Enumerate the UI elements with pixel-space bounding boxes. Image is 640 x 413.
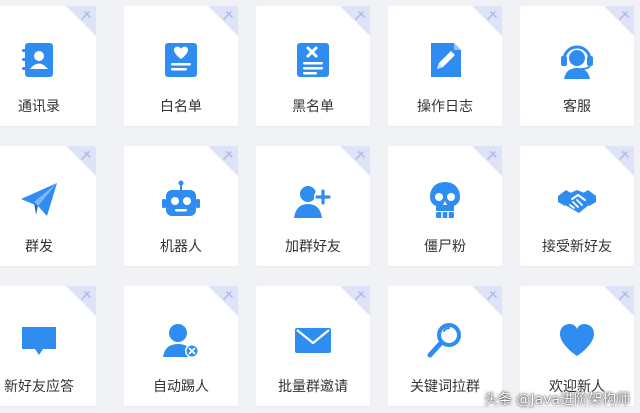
feature-tile-label: 黑名单 [292,99,334,115]
chat-bubble-icon [17,318,61,362]
feature-tile-label: 客服 [563,99,591,115]
feature-tile-label: 通讯录 [18,99,60,115]
pin-corner-icon[interactable] [340,146,370,176]
feature-tile-label: 操作日志 [417,99,473,115]
pin-corner-icon[interactable] [208,286,238,316]
feature-tile[interactable]: 新好友应答 [0,286,96,406]
pin-corner-icon[interactable] [208,6,238,36]
feature-tile-label: 僵尸粉 [424,239,466,255]
pin-corner-icon[interactable] [472,6,502,36]
whitelist-heart-icon [159,38,203,82]
paper-plane-icon [17,178,61,222]
heart-icon [555,318,599,362]
feature-tile-label: 加群好友 [285,239,341,255]
feature-tile[interactable]: 僵尸粉 [388,146,502,266]
pin-corner-icon[interactable] [208,146,238,176]
pin-corner-icon[interactable] [472,146,502,176]
feature-tile-label: 接受新好友 [542,239,612,255]
feature-tile[interactable]: 黑名单 [256,6,370,126]
feature-tile[interactable]: 群发 [0,146,96,266]
feature-tile[interactable]: 通讯录 [0,6,96,126]
feature-tile[interactable]: 欢迎新人 [520,286,634,406]
pin-corner-icon[interactable] [66,6,96,36]
feature-tile[interactable]: 接受新好友 [520,146,634,266]
contacts-book-icon [17,38,61,82]
feature-tile[interactable]: 批量群邀请 [256,286,370,406]
operation-log-pencil-icon [423,38,467,82]
user-remove-icon [159,318,203,362]
add-friend-user-plus-icon [291,178,335,222]
feature-tile-label: 白名单 [160,99,202,115]
feature-tile[interactable]: 白名单 [124,6,238,126]
pin-corner-icon[interactable] [66,286,96,316]
pin-corner-icon[interactable] [66,146,96,176]
feature-tile-label: 自动踢人 [153,379,209,395]
feature-tile[interactable]: 客服 [520,6,634,126]
feature-tile[interactable]: 自动踢人 [124,286,238,406]
pin-corner-icon[interactable] [604,6,634,36]
feature-tile-label: 群发 [25,239,53,255]
customer-service-headset-icon [555,38,599,82]
feature-tile[interactable]: 关键词拉群 [388,286,502,406]
feature-tile[interactable]: 机器人 [124,146,238,266]
feature-grid: 通讯录 白名单 黑名单 操作日志 客服 群发 机器人 加群好友 僵尸粉 接受新好… [0,0,640,413]
feature-tile-label: 机器人 [160,239,202,255]
pin-corner-icon[interactable] [340,6,370,36]
feature-tile-label: 批量群邀请 [278,379,348,395]
pin-corner-icon[interactable] [340,286,370,316]
pin-corner-icon[interactable] [604,146,634,176]
feature-tile[interactable]: 操作日志 [388,6,502,126]
pin-corner-icon[interactable] [472,286,502,316]
envelope-icon [291,318,335,362]
feature-tile-label: 新好友应答 [4,379,74,395]
blacklist-x-icon [291,38,335,82]
feature-tile[interactable]: 加群好友 [256,146,370,266]
pin-corner-icon[interactable] [604,286,634,316]
watermark: 头条 @Java进阶架构师 [483,392,630,408]
magnifier-icon [423,318,467,362]
handshake-icon [555,178,599,222]
skull-icon [423,178,467,222]
robot-icon [159,178,203,222]
